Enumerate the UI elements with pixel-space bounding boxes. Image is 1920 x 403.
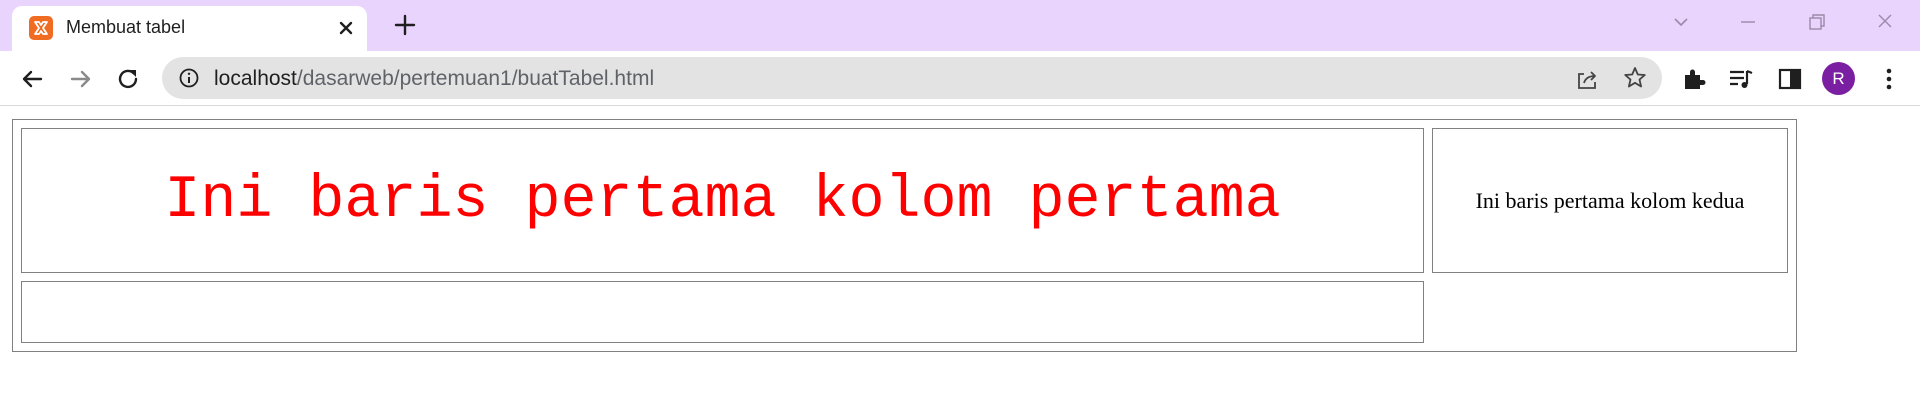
- table-row: [21, 281, 1788, 343]
- site-info-icon[interactable]: [178, 67, 200, 89]
- menu-kebab-icon[interactable]: [1874, 64, 1904, 94]
- restore-icon[interactable]: [1801, 10, 1831, 34]
- cell-row2-col1: [21, 281, 1424, 343]
- bookmark-star-icon[interactable]: [1622, 65, 1648, 91]
- url-path: /dasarweb/pertemuan1/buatTabel.html: [296, 67, 655, 90]
- side-panel-icon[interactable]: [1775, 64, 1805, 94]
- table-row: Ini baris pertama kolom pertama Ini bari…: [21, 128, 1788, 273]
- url-text[interactable]: localhost/dasarweb/pertemuan1/buatTabel.…: [214, 67, 654, 91]
- close-tab-icon[interactable]: [335, 17, 357, 39]
- cell-row1-col2: Ini baris pertama kolom kedua: [1432, 128, 1788, 273]
- cell-row1-col1: Ini baris pertama kolom pertama: [21, 128, 1424, 273]
- big-red-text: Ini baris pertama kolom pertama: [164, 166, 1281, 235]
- page-viewport: Ini baris pertama kolom pertama Ini bari…: [0, 107, 1920, 403]
- browser-toolbar: localhost/dasarweb/pertemuan1/buatTabel.…: [0, 51, 1920, 106]
- demo-table: Ini baris pertama kolom pertama Ini bari…: [12, 119, 1797, 352]
- extensions-icon[interactable]: [1679, 64, 1709, 94]
- xampp-icon: [29, 16, 53, 40]
- new-tab-icon[interactable]: [392, 12, 418, 38]
- tab-search-icon[interactable]: [1666, 10, 1696, 34]
- tab-strip: Membuat tabel: [0, 0, 1920, 51]
- url-host: localhost: [214, 67, 297, 90]
- forward-icon[interactable]: [66, 64, 96, 94]
- browser-tab[interactable]: Membuat tabel: [12, 6, 367, 51]
- reading-list-icon[interactable]: [1726, 64, 1756, 94]
- address-bar[interactable]: localhost/dasarweb/pertemuan1/buatTabel.…: [162, 57, 1662, 99]
- close-window-icon[interactable]: [1870, 10, 1900, 34]
- share-icon[interactable]: [1574, 66, 1600, 92]
- profile-avatar[interactable]: R: [1822, 62, 1855, 95]
- minimize-icon[interactable]: [1733, 10, 1763, 34]
- back-icon[interactable]: [17, 64, 47, 94]
- tab-title: Membuat tabel: [66, 17, 186, 37]
- reload-icon[interactable]: [113, 64, 143, 94]
